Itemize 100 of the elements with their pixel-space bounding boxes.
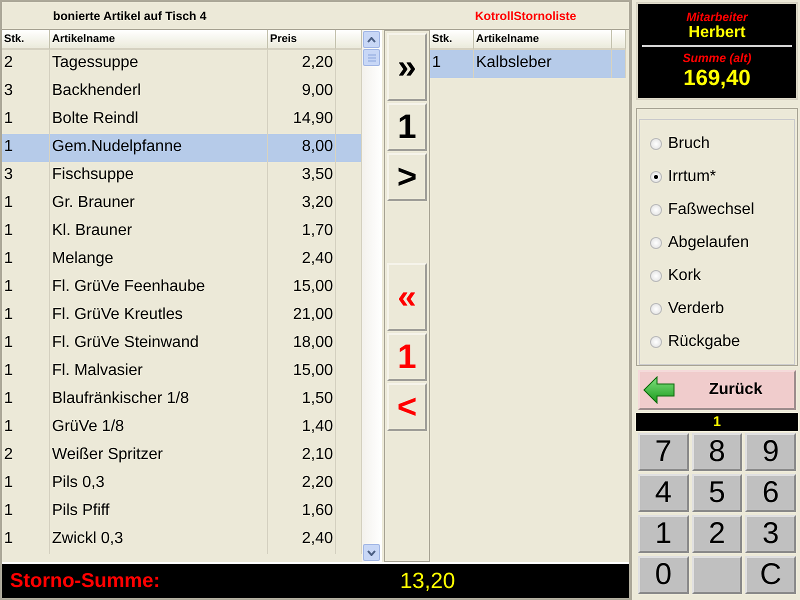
scroll-thumb[interactable] xyxy=(363,49,380,66)
table-cell: 1,50 xyxy=(268,386,336,414)
table-cell: 1 xyxy=(2,190,50,218)
keypad-key[interactable]: 8 xyxy=(692,433,742,471)
total-label: Storno-Summe: xyxy=(10,570,161,592)
move-button[interactable]: » xyxy=(387,33,427,101)
table-cell: 1 xyxy=(2,302,50,330)
reason-radio[interactable]: Abgelaufen xyxy=(650,232,794,253)
keypad-key[interactable]: 7 xyxy=(638,433,689,471)
keypad-key[interactable]: 9 xyxy=(745,433,796,471)
table-cell: Pils Pfiff xyxy=(50,498,268,526)
table-cell: Gr. Brauner xyxy=(50,190,268,218)
table-cell: Fl. Malvasier xyxy=(50,358,268,386)
table-cell: 1 xyxy=(2,218,50,246)
reason-radio[interactable]: Rückgabe xyxy=(650,332,794,352)
table-cell: 1 xyxy=(2,470,50,498)
sum-value: 169,40 xyxy=(683,65,751,91)
scroll-down-button[interactable] xyxy=(363,544,380,561)
employee-label: Mitarbeiter xyxy=(686,10,748,24)
move-button[interactable]: > xyxy=(387,153,427,201)
keypad-key[interactable]: 0 xyxy=(638,556,689,594)
keypad-key[interactable]: 2 xyxy=(692,515,742,553)
table-row[interactable]: 1 Kalbsleber xyxy=(430,50,626,78)
column-header[interactable]: Artikelname xyxy=(474,30,612,50)
table-cell: 3,50 xyxy=(268,162,336,190)
table-cell: 1 xyxy=(2,498,50,526)
table-cell: Zwickl 0,3 xyxy=(50,526,268,554)
table-cell: 1,60 xyxy=(268,498,336,526)
table-cell: Kl. Brauner xyxy=(50,218,268,246)
column-header[interactable]: Stk. xyxy=(2,30,50,50)
table-cell: Weißer Spritzer xyxy=(50,442,268,470)
list-title: bonierte Artikel auf Tisch 4 xyxy=(53,8,208,22)
table-cell: 8,00 xyxy=(268,134,336,162)
table-cell: 2,20 xyxy=(268,50,336,78)
table-cell: Backhenderl xyxy=(50,78,268,106)
reason-radio[interactable]: Verderb xyxy=(650,298,794,319)
table-cell: 1,40 xyxy=(268,414,336,442)
back-button[interactable]: Zurück xyxy=(638,370,796,410)
column-header[interactable]: Preis xyxy=(268,30,336,50)
table-row[interactable]: 1 Gem.Nudelpfanne 8,00 xyxy=(2,134,362,162)
table-cell: 1 xyxy=(2,386,50,414)
employee-name: Herbert xyxy=(688,24,746,42)
scroll-up-button[interactable] xyxy=(363,31,380,48)
table-cell: Gem.Nudelpfanne xyxy=(50,134,268,162)
table-cell: 3,20 xyxy=(268,190,336,218)
grip-icon xyxy=(368,54,376,62)
table-cell: Blaufränkischer 1/8 xyxy=(50,386,268,414)
table-cell: 1 xyxy=(2,358,50,386)
table-cell: Pils 0,3 xyxy=(50,470,268,498)
table-cell: Fl. GrüVe Feenhaube xyxy=(50,274,268,302)
scrollbar[interactable] xyxy=(362,30,382,562)
reason-radio[interactable]: Faßwechsel xyxy=(650,200,794,220)
keypad-key[interactable]: 4 xyxy=(638,474,689,512)
radio-label: Kork xyxy=(668,266,701,285)
keypad-key[interactable]: 5 xyxy=(692,474,742,512)
blank-key[interactable] xyxy=(692,556,742,594)
reason-radio[interactable]: Bruch xyxy=(650,134,794,154)
radio-label: Abgelaufen xyxy=(668,234,749,252)
move-button[interactable]: 1 xyxy=(387,103,427,151)
chevron-down-icon xyxy=(367,550,376,556)
table-cell: 1 xyxy=(2,526,50,554)
table-cell: 3 xyxy=(2,162,50,190)
table-cell: 2 xyxy=(2,50,50,78)
table-cell: 2,40 xyxy=(268,246,336,274)
table-cell: Fl. GrüVe Steinwand xyxy=(50,330,268,358)
total-value: 13,20 xyxy=(400,568,456,594)
quantity-display: 1 xyxy=(636,413,798,431)
column-header[interactable]: Artikelname xyxy=(50,30,268,50)
radio-label: Irrtum* xyxy=(668,168,716,186)
table-cell: 1,70 xyxy=(268,218,336,246)
column-header[interactable]: Stk. xyxy=(430,30,474,50)
table-cell: 1 xyxy=(2,246,50,274)
column-header xyxy=(612,30,626,50)
keypad-key[interactable]: C xyxy=(745,556,796,594)
list-title: KotrollStornoliste xyxy=(475,8,576,22)
table-cell: Melange xyxy=(50,246,268,274)
table-cell: Tagessuppe xyxy=(50,50,268,78)
keypad-key[interactable]: 6 xyxy=(745,474,796,512)
sum-label: Summe (alt) xyxy=(682,51,752,65)
table-cell: GrüVe 1/8 xyxy=(50,414,268,442)
table-cell: Fl. GrüVe Kreutles xyxy=(50,302,268,330)
keypad-key[interactable]: 3 xyxy=(745,515,796,553)
chevron-up-icon xyxy=(367,36,376,42)
table-cell: 2,40 xyxy=(268,526,336,554)
table-cell: Kalbsleber xyxy=(474,50,612,78)
table-cell: 2 xyxy=(2,442,50,470)
table-cell: 1 xyxy=(430,50,474,78)
table-cell: 18,00 xyxy=(268,330,336,358)
table-cell: 1 xyxy=(2,274,50,302)
left-arrow-icon xyxy=(643,376,675,404)
table-cell: 15,00 xyxy=(268,358,336,386)
radio-label: Rückgabe xyxy=(668,332,740,351)
radio-label: Verderb xyxy=(668,300,724,318)
reason-radio[interactable]: Kork xyxy=(650,266,794,286)
table-cell: 2,10 xyxy=(268,442,336,470)
table-cell: 2,20 xyxy=(268,470,336,498)
reason-radio[interactable]: Irrtum* xyxy=(650,166,794,187)
table-cell: 1 xyxy=(2,134,50,162)
table-cell: 3 xyxy=(2,78,50,106)
keypad-key[interactable]: 1 xyxy=(638,515,689,553)
